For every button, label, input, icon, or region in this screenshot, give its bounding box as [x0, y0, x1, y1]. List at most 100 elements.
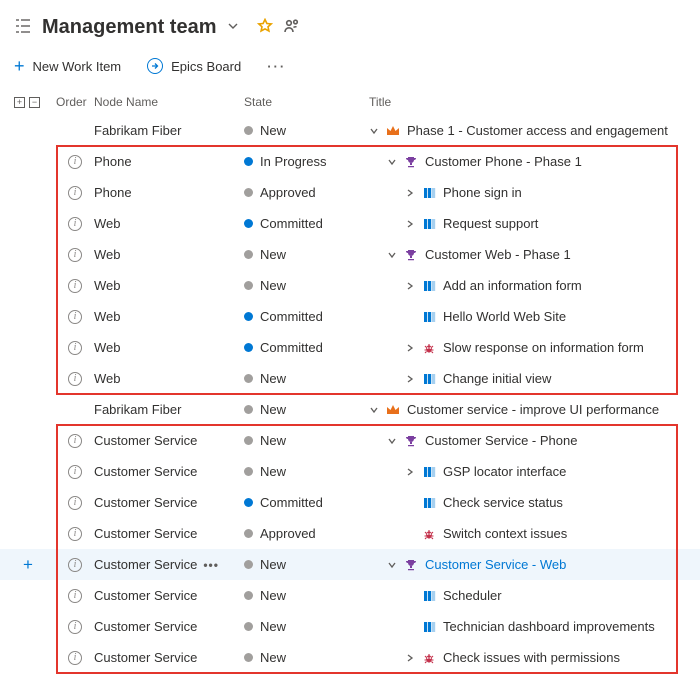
- epics-board-label: Epics Board: [171, 59, 241, 74]
- row-title[interactable]: Phase 1 - Customer access and engagement: [369, 123, 699, 138]
- table-row[interactable]: Fabrikam FiberNewPhase 1 - Customer acce…: [0, 115, 700, 146]
- state-dot-icon: [244, 529, 253, 538]
- row-toggle-icon[interactable]: [405, 343, 415, 353]
- row-title[interactable]: Scheduler: [369, 588, 699, 603]
- row-toggle-icon[interactable]: [405, 467, 415, 477]
- row-info-icon[interactable]: i: [56, 372, 94, 386]
- expand-collapse-all[interactable]: + −: [0, 97, 56, 108]
- row-toggle-icon[interactable]: [405, 653, 415, 663]
- row-title[interactable]: Technician dashboard improvements: [369, 619, 699, 634]
- row-title-text: Phase 1 - Customer access and engagement: [407, 123, 668, 138]
- row-info-icon[interactable]: i: [56, 186, 94, 200]
- table-row[interactable]: iWebNewCustomer Web - Phase 1: [0, 239, 700, 270]
- row-toggle-icon[interactable]: [405, 281, 415, 291]
- row-state: Approved: [244, 185, 369, 200]
- row-toggle-icon[interactable]: [405, 219, 415, 229]
- state-dot-icon: [244, 157, 253, 166]
- row-info-icon[interactable]: i: [56, 527, 94, 541]
- table-row[interactable]: +iCustomer Service•••NewCustomer Service…: [0, 549, 700, 580]
- favorite-star-icon[interactable]: [257, 18, 273, 37]
- row-title[interactable]: Customer Phone - Phase 1: [369, 154, 699, 169]
- collapse-all-icon[interactable]: −: [29, 97, 40, 108]
- row-title[interactable]: Customer Web - Phase 1: [369, 247, 699, 262]
- epics-board-button[interactable]: Epics Board: [147, 58, 241, 74]
- row-toggle-icon[interactable]: [387, 560, 397, 570]
- row-info-icon[interactable]: i: [56, 279, 94, 293]
- row-toggle-icon[interactable]: [387, 436, 397, 446]
- state-dot-icon: [244, 498, 253, 507]
- row-node-name: Customer Service: [94, 650, 244, 665]
- row-node-name: Fabrikam Fiber: [94, 123, 244, 138]
- state-dot-icon: [244, 653, 253, 662]
- table-row[interactable]: iCustomer ServiceNewCheck issues with pe…: [0, 642, 700, 673]
- title-dropdown-icon[interactable]: [227, 20, 239, 35]
- row-title[interactable]: Switch context issues: [369, 526, 699, 541]
- row-info-icon[interactable]: i: [56, 558, 94, 572]
- book-icon: [421, 279, 437, 293]
- row-toggle-icon[interactable]: [405, 188, 415, 198]
- row-title[interactable]: Slow response on information form: [369, 340, 699, 355]
- table-row[interactable]: iPhoneApprovedPhone sign in: [0, 177, 700, 208]
- team-members-icon[interactable]: [283, 17, 301, 38]
- row-more-icon[interactable]: •••: [203, 558, 219, 572]
- row-title[interactable]: Change initial view: [369, 371, 699, 386]
- row-info-icon[interactable]: i: [56, 248, 94, 262]
- row-title[interactable]: Hello World Web Site: [369, 309, 699, 324]
- expand-all-icon[interactable]: +: [14, 97, 25, 108]
- row-info-icon[interactable]: i: [56, 620, 94, 634]
- row-info-icon[interactable]: i: [56, 496, 94, 510]
- book-icon: [421, 186, 437, 200]
- row-info-icon[interactable]: i: [56, 589, 94, 603]
- row-title[interactable]: Customer Service - Web: [369, 557, 699, 572]
- new-work-item-button[interactable]: + New Work Item: [14, 57, 121, 75]
- row-toggle-icon[interactable]: [387, 157, 397, 167]
- row-title[interactable]: Request support: [369, 216, 699, 231]
- table-row[interactable]: iWebNewChange initial view: [0, 363, 700, 394]
- column-order[interactable]: Order: [56, 95, 94, 109]
- row-info-icon[interactable]: i: [56, 155, 94, 169]
- table-row[interactable]: iCustomer ServiceNewCustomer Service - P…: [0, 425, 700, 456]
- table-row[interactable]: Fabrikam FiberNewCustomer service - impr…: [0, 394, 700, 425]
- row-title[interactable]: GSP locator interface: [369, 464, 699, 479]
- row-info-icon[interactable]: i: [56, 434, 94, 448]
- row-add-button[interactable]: +: [0, 555, 56, 575]
- row-toggle-icon[interactable]: [369, 126, 379, 136]
- table-row[interactable]: iCustomer ServiceCommittedCheck service …: [0, 487, 700, 518]
- row-node-name: Web: [94, 216, 244, 231]
- row-title[interactable]: Add an information form: [369, 278, 699, 293]
- bug-icon: [421, 341, 437, 355]
- row-info-icon[interactable]: i: [56, 651, 94, 665]
- column-state[interactable]: State: [244, 95, 369, 109]
- row-toggle-icon[interactable]: [387, 250, 397, 260]
- row-toggle-icon[interactable]: [369, 405, 379, 415]
- table-row[interactable]: iCustomer ServiceNewScheduler: [0, 580, 700, 611]
- row-title-text: GSP locator interface: [443, 464, 566, 479]
- row-toggle-icon[interactable]: [405, 374, 415, 384]
- row-info-icon[interactable]: i: [56, 217, 94, 231]
- toolbar-more-button[interactable]: ···: [267, 59, 286, 74]
- bug-icon: [421, 651, 437, 665]
- row-title[interactable]: Check service status: [369, 495, 699, 510]
- column-node-name[interactable]: Node Name: [94, 95, 244, 109]
- row-node-name: Phone: [94, 154, 244, 169]
- row-info-icon[interactable]: i: [56, 465, 94, 479]
- column-title[interactable]: Title: [369, 95, 699, 109]
- row-info-icon[interactable]: i: [56, 310, 94, 324]
- row-state: New: [244, 278, 369, 293]
- row-title[interactable]: Check issues with permissions: [369, 650, 699, 665]
- row-title[interactable]: Customer Service - Phone: [369, 433, 699, 448]
- table-row[interactable]: iWebCommittedRequest support: [0, 208, 700, 239]
- trophy-icon: [403, 434, 419, 448]
- state-dot-icon: [244, 188, 253, 197]
- row-title[interactable]: Phone sign in: [369, 185, 699, 200]
- column-headers: + − Order Node Name State Title: [0, 91, 700, 115]
- row-info-icon[interactable]: i: [56, 341, 94, 355]
- table-row[interactable]: iPhoneIn ProgressCustomer Phone - Phase …: [0, 146, 700, 177]
- table-row[interactable]: iWebCommittedSlow response on informatio…: [0, 332, 700, 363]
- table-row[interactable]: iCustomer ServiceNewTechnician dashboard…: [0, 611, 700, 642]
- table-row[interactable]: iWebCommittedHello World Web Site: [0, 301, 700, 332]
- table-row[interactable]: iCustomer ServiceApprovedSwitch context …: [0, 518, 700, 549]
- row-title[interactable]: Customer service - improve UI performanc…: [369, 402, 699, 417]
- table-row[interactable]: iCustomer ServiceNewGSP locator interfac…: [0, 456, 700, 487]
- table-row[interactable]: iWebNewAdd an information form: [0, 270, 700, 301]
